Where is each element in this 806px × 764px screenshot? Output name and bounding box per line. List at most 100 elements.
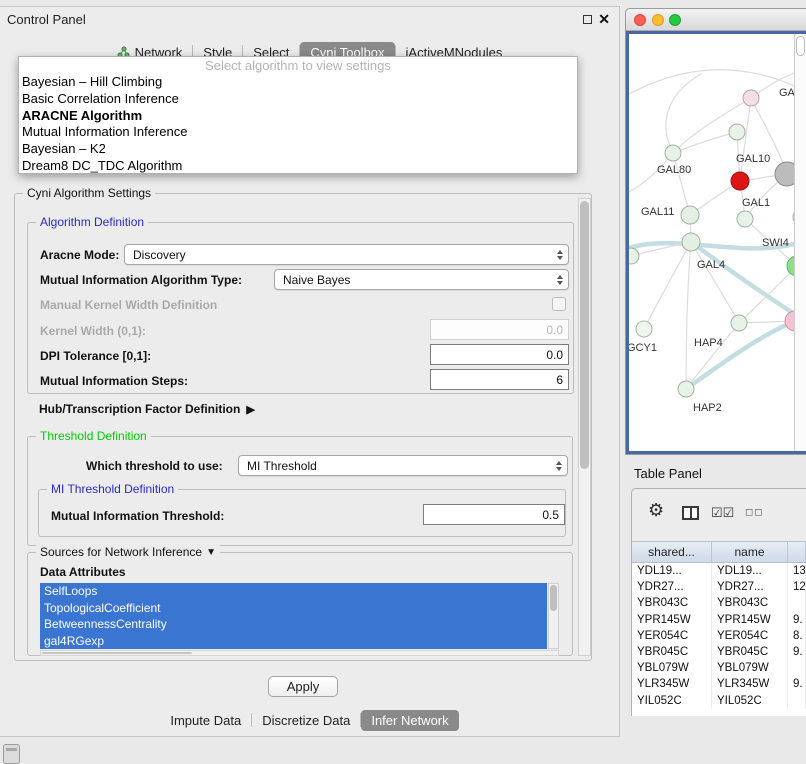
network-scrollbar-track[interactable] (794, 34, 806, 451)
attributes-scrollbar-thumb[interactable] (550, 585, 557, 611)
algorithm-option[interactable]: Bayesian – Hill Climbing (19, 74, 577, 91)
algorithm-option[interactable]: ARACNE Algorithm (19, 108, 577, 125)
collapsed-arrow-icon: ▶ (246, 403, 254, 416)
network-node[interactable] (731, 315, 747, 331)
manual-kernel-checkbox[interactable] (552, 297, 566, 311)
table-row[interactable]: YBR045CYBR045C9. (632, 644, 806, 660)
algorithm-option[interactable]: Bayesian – K2 (19, 141, 577, 158)
network-scrollbar-thumb[interactable] (796, 36, 805, 56)
algorithm-dropdown-placeholder: Select algorithm to view settings (19, 57, 577, 74)
table-row[interactable]: YPR145WYPR145W9. (632, 612, 806, 628)
settings-scrollbar-track[interactable] (578, 198, 591, 656)
network-node[interactable] (678, 381, 694, 397)
network-node-label: GCY1 (629, 342, 657, 354)
algorithm-option[interactable]: Dream8 DC_TDC Algorithm (19, 158, 577, 175)
minimize-traffic-light[interactable] (652, 14, 664, 26)
table-cell: YIL052C (712, 693, 788, 709)
network-edge (673, 153, 690, 215)
sources-toggle[interactable]: Sources for Network Inference ▼ (36, 545, 220, 559)
table-row[interactable]: YER054CYER054C8. (632, 628, 806, 644)
table-cell: YBR043C (712, 595, 788, 611)
group-title: MI Threshold Definition (47, 482, 178, 496)
data-attributes-list: SelfLoopsTopologicalCoefficientBetweenne… (40, 583, 547, 649)
network-node[interactable] (682, 233, 700, 251)
network-node[interactable] (731, 172, 749, 190)
network-node[interactable] (737, 211, 753, 227)
network-edge (673, 132, 737, 153)
mi-steps-label: Mutual Information Steps: (40, 374, 188, 388)
attributes-scrollbar-track[interactable] (548, 583, 559, 649)
which-threshold-select[interactable]: MI Threshold (238, 455, 568, 476)
network-edge (691, 242, 739, 323)
data-attribute-item[interactable]: gal4RGexp (40, 633, 547, 650)
network-edge (740, 98, 751, 181)
kernel-width-input[interactable] (430, 319, 569, 340)
dpi-tolerance-label: DPI Tolerance [0,1]: (40, 349, 151, 363)
select-columns-icon[interactable]: ☑☑ (711, 505, 734, 521)
tab-discretize-data[interactable]: Discretize Data (252, 710, 360, 731)
tab-impute-data[interactable]: Impute Data (160, 710, 251, 731)
close-traffic-light[interactable] (634, 14, 646, 26)
network-node[interactable] (629, 248, 639, 264)
spinner-icon (556, 461, 562, 471)
table-cell: YLR345W (712, 676, 788, 692)
network-canvas[interactable]: GALGAL80GAL10GAL11GAL1SWI4GAL4GCY1HAP4HA… (626, 31, 806, 454)
close-icon[interactable]: ✕ (598, 11, 610, 28)
table-cell (788, 595, 806, 611)
settings-scrollbar-thumb[interactable] (580, 201, 589, 469)
zoom-traffic-light[interactable] (669, 14, 681, 26)
table-row[interactable]: YDL19...YDL19...13 (632, 563, 806, 579)
float-window-icon[interactable] (583, 15, 592, 24)
mi-steps-input[interactable] (430, 369, 569, 390)
table-cell: YDR27... (712, 579, 788, 595)
attributes-hscrollbar-thumb[interactable] (42, 652, 192, 654)
minimized-panel-icon[interactable] (3, 744, 20, 764)
dpi-tolerance-input[interactable] (430, 344, 569, 365)
table-panel-title: Table Panel (634, 466, 702, 481)
data-attribute-item[interactable]: SelfLoops (40, 583, 547, 600)
spinner-icon (557, 250, 563, 260)
algorithm-option[interactable]: Basic Correlation Inference (19, 91, 577, 108)
network-node[interactable] (636, 321, 652, 337)
mi-threshold-input[interactable] (423, 504, 565, 525)
selected-value: Discovery (133, 248, 186, 262)
hub-definition-toggle[interactable]: Hub/Transcription Factor Definition ▶ (39, 402, 255, 416)
attributes-hscrollbar-track[interactable] (40, 650, 559, 656)
deselect-columns-icon[interactable]: ◻◻ (745, 507, 764, 518)
network-node[interactable] (681, 206, 699, 224)
algorithm-option[interactable]: Mutual Information Inference (19, 124, 577, 141)
table-cell: YBR045C (712, 644, 788, 660)
table-row[interactable]: YIL052CYIL052C (632, 693, 806, 709)
table-cell (788, 693, 806, 709)
control-panel-title: Control Panel (7, 12, 86, 27)
column-header-name[interactable]: name (712, 542, 788, 562)
tab-infer-network[interactable]: Infer Network (361, 710, 458, 731)
hub-definition-label: Hub/Transcription Factor Definition (39, 402, 240, 416)
kernel-width-label: Kernel Width (0,1): (40, 324, 146, 338)
columns-icon[interactable] (682, 506, 699, 520)
network-node[interactable] (665, 145, 681, 161)
column-header-shared-name[interactable]: shared... (632, 542, 712, 562)
network-node[interactable] (743, 90, 759, 106)
table-row[interactable]: YDR27...YDR27...12 (632, 579, 806, 595)
which-threshold-label: Which threshold to use: (86, 459, 223, 473)
table-cell: YDL19... (712, 563, 788, 579)
column-header-extra[interactable] (788, 542, 806, 562)
table-cell: YBR045C (632, 644, 712, 660)
table-row[interactable]: YBL079WYBL079W (632, 660, 806, 676)
mi-type-select[interactable]: Naive Bayes (274, 269, 569, 290)
apply-button[interactable]: Apply (268, 676, 338, 697)
table-cell: YBL079W (712, 660, 788, 676)
table-cell: 12 (788, 579, 806, 595)
gear-icon[interactable]: ⚙ (648, 501, 664, 519)
table-row[interactable]: YLR345WYLR345W9. (632, 676, 806, 692)
data-attribute-item[interactable]: TopologicalCoefficient (40, 600, 547, 617)
selected-value: Naive Bayes (283, 273, 350, 287)
group-title: Algorithm Definition (36, 215, 148, 229)
data-attribute-item[interactable]: BetweennessCentrality (40, 616, 547, 633)
aracne-mode-select[interactable]: Discovery (124, 244, 569, 265)
table-row[interactable]: YBR043CYBR043C (632, 595, 806, 611)
network-node[interactable] (729, 124, 745, 140)
mi-threshold-definition-group: MI Threshold Definition Mutual Informati… (38, 489, 566, 537)
group-title: Cyni Algorithm Settings (23, 186, 155, 200)
